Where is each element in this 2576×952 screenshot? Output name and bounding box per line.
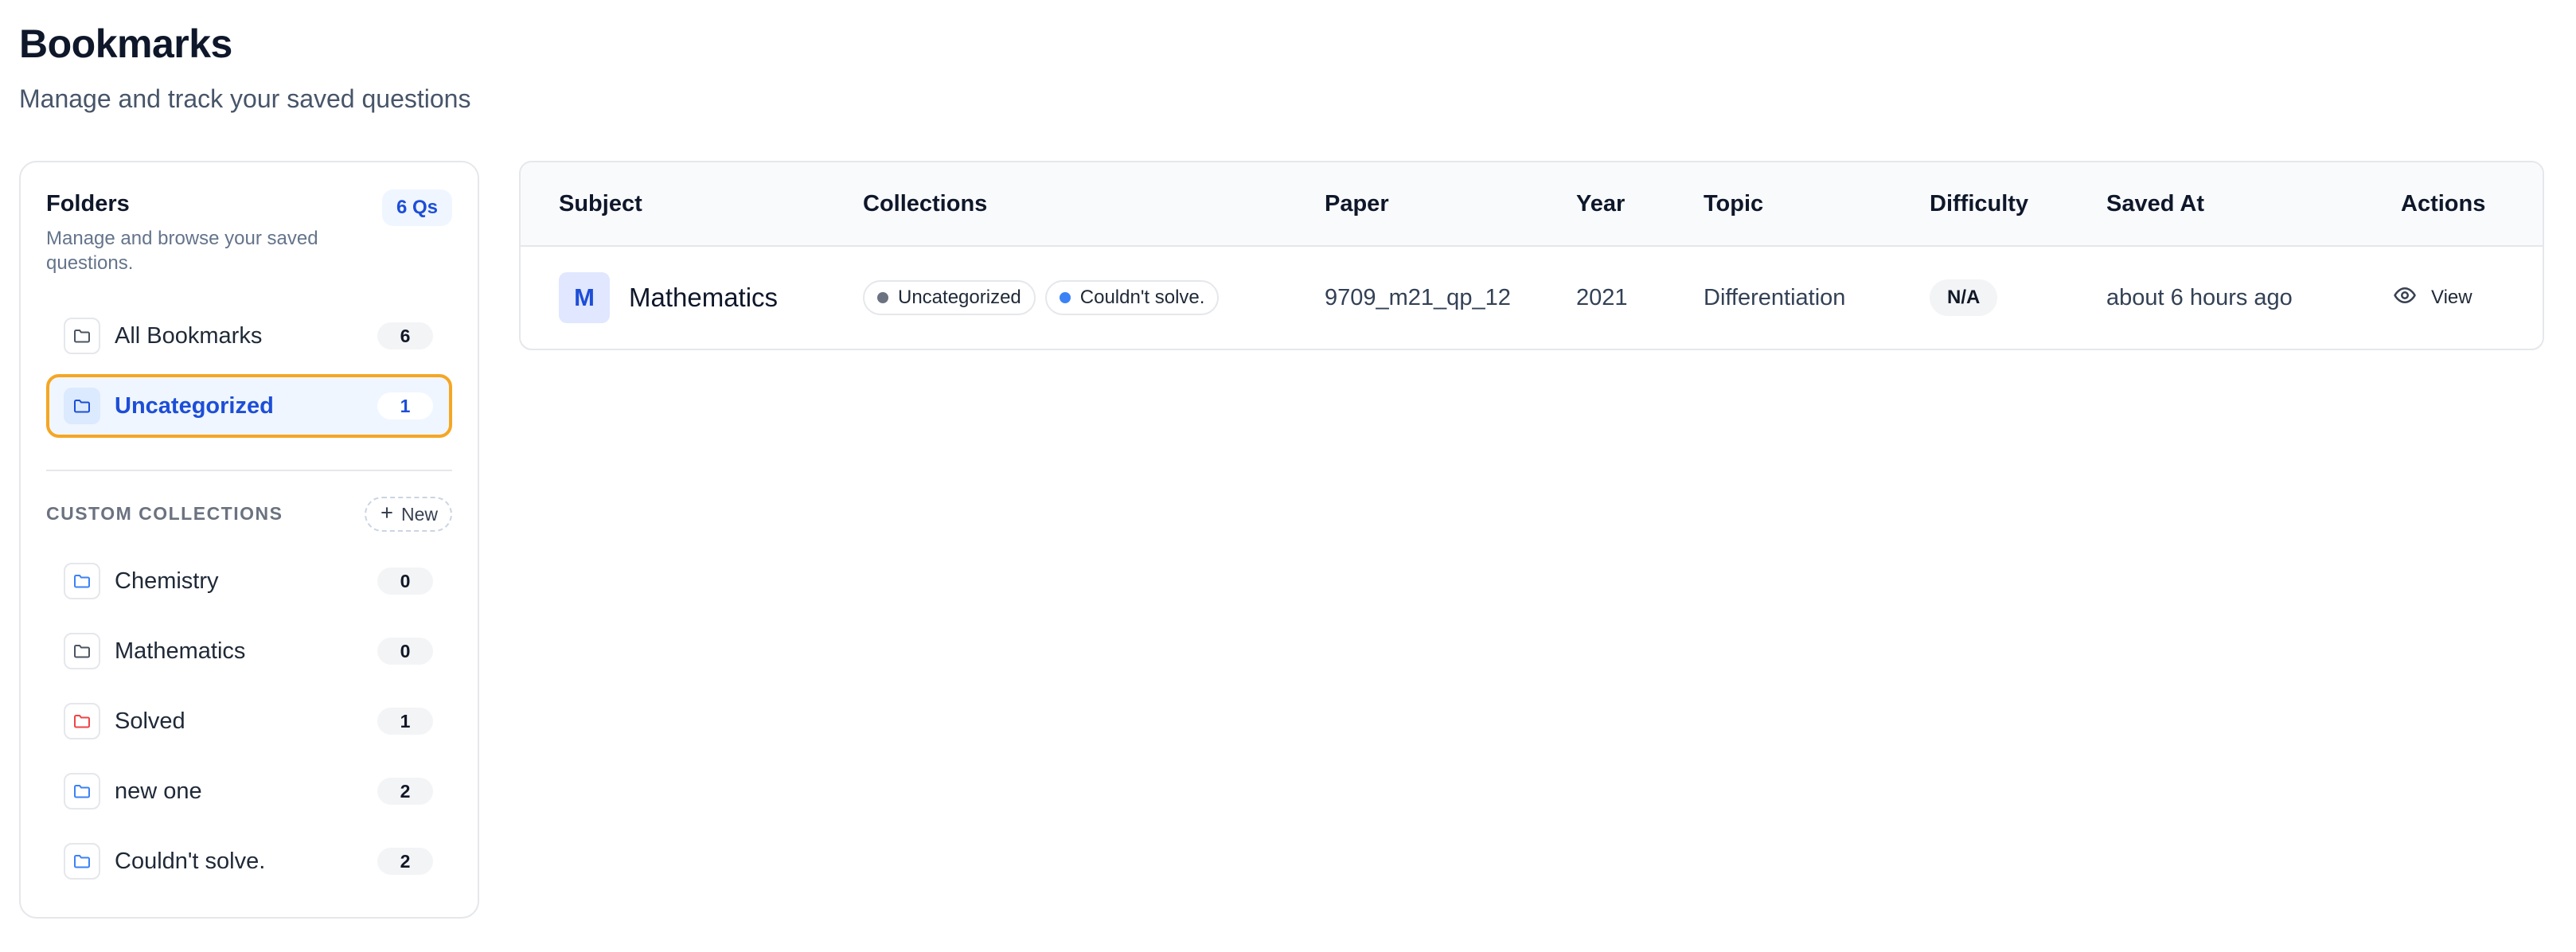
collections-cell: Uncategorized Couldn't solve. <box>863 245 1228 349</box>
folder-icon <box>64 633 100 669</box>
folder-count: 1 <box>377 392 433 419</box>
eye-icon <box>2393 283 2417 313</box>
folder-icon <box>64 388 100 424</box>
column-header-collections[interactable]: Collections <box>863 162 987 245</box>
folder-count: 6 <box>377 322 433 349</box>
folder-item-all-bookmarks[interactable]: All Bookmarks 6 <box>46 304 452 368</box>
difficulty-badge: N/A <box>1930 279 1998 316</box>
subject-name: Mathematics <box>629 283 779 312</box>
collection-chip-label: Couldn't solve. <box>1079 287 1205 308</box>
column-header-difficulty[interactable]: Difficulty <box>1930 162 2028 245</box>
bookmarks-table: Subject Collections Paper Year Topic Dif… <box>519 161 2544 350</box>
collection-chip[interactable]: Couldn't solve. <box>1044 280 1220 315</box>
collection-count: 0 <box>377 568 433 595</box>
folder-icon <box>64 318 100 354</box>
collection-item-mathematics[interactable]: Mathematics 0 <box>46 619 452 683</box>
collection-dot <box>877 292 888 303</box>
question-count-badge: 6 Qs <box>381 189 452 226</box>
folder-icon <box>64 843 100 880</box>
collection-item-new-one[interactable]: new one 2 <box>46 759 452 823</box>
column-header-topic[interactable]: Topic <box>1704 162 1763 245</box>
collection-chip-label: Uncategorized <box>898 287 1021 308</box>
folders-panel: Folders Manage and browse your saved que… <box>19 161 479 919</box>
column-header-actions: Actions <box>2401 191 2486 217</box>
difficulty-cell: N/A <box>1930 245 1998 349</box>
folder-label: All Bookmarks <box>115 322 263 349</box>
collection-item-couldnt-solve[interactable]: Couldn't solve. 2 <box>46 829 452 893</box>
folder-icon <box>64 773 100 810</box>
column-header-paper[interactable]: Paper <box>1325 162 1389 245</box>
year-cell: 2021 <box>1576 284 1628 310</box>
custom-collections-heading: CUSTOM COLLECTIONS <box>46 503 283 524</box>
collection-label: Mathematics <box>115 638 246 664</box>
collection-chip[interactable]: Uncategorized <box>863 280 1036 315</box>
collection-count: 2 <box>377 848 433 875</box>
folders-description: Manage and browse your saved questions. <box>46 228 318 274</box>
collection-count: 0 <box>377 638 433 665</box>
folder-icon <box>64 563 100 599</box>
collection-label: Couldn't solve. <box>115 848 266 874</box>
folder-item-uncategorized[interactable]: Uncategorized 1 <box>46 374 452 438</box>
collection-dot <box>1059 292 1071 303</box>
column-header-year[interactable]: Year <box>1576 162 1625 245</box>
paper-cell: 9709_m21_qp_12 <box>1325 284 1511 310</box>
folders-title: Folders <box>46 191 130 217</box>
saved-at-cell: about 6 hours ago <box>2106 284 2293 310</box>
actions-cell: View <box>2393 245 2473 349</box>
column-header-saved-at[interactable]: Saved At <box>2106 162 2204 245</box>
table-header: Subject Collections Paper Year Topic Dif… <box>521 162 2543 247</box>
collection-label: new one <box>115 778 202 804</box>
new-collection-label: New <box>400 504 438 525</box>
topic-cell: Differentiation <box>1704 284 1846 310</box>
collection-label: Solved <box>115 708 185 734</box>
plus-icon <box>379 498 395 530</box>
page-subtitle: Manage and track your saved questions <box>19 84 471 113</box>
folder-label: Uncategorized <box>115 392 274 419</box>
collection-item-solved[interactable]: Solved 1 <box>46 689 452 753</box>
column-header-subject[interactable]: Subject <box>559 162 642 245</box>
collection-count: 2 <box>377 778 433 805</box>
view-button[interactable]: View <box>2393 283 2473 313</box>
folder-icon <box>64 703 100 739</box>
subject-avatar: M <box>559 272 610 323</box>
view-label: View <box>2431 287 2473 308</box>
collection-label: Chemistry <box>115 568 219 594</box>
collection-count: 1 <box>377 708 433 735</box>
page-title: Bookmarks <box>19 21 232 66</box>
new-collection-button[interactable]: New <box>364 497 452 532</box>
collection-item-chemistry[interactable]: Chemistry 0 <box>46 549 452 613</box>
subject-cell: M Mathematics <box>559 245 779 349</box>
divider <box>46 470 452 471</box>
table-row[interactable]: M Mathematics Uncategorized Couldn't sol… <box>521 245 2543 349</box>
